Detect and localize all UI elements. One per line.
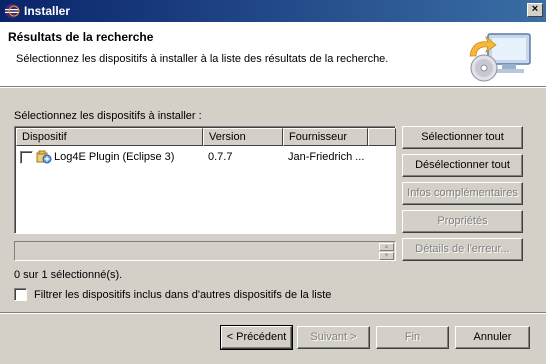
selection-count: 0 sur 1 sélectionné(s).	[14, 269, 123, 281]
features-table[interactable]: Dispositif Version Fournisseur Log4E Plu…	[14, 126, 396, 234]
eclipse-icon	[5, 4, 20, 18]
feature-name: Log4E Plugin (Eclipse 3)	[54, 151, 175, 163]
column-header-empty	[368, 128, 396, 146]
more-info-button[interactable]: Infos complémentaires	[402, 182, 523, 205]
column-header-feature[interactable]: Dispositif	[16, 128, 203, 146]
feature-checkbox[interactable]	[20, 150, 33, 164]
page-description: Sélectionnez les dispositifs à installer…	[16, 53, 389, 65]
title-bar: Installer ×	[0, 0, 546, 22]
properties-button[interactable]: Propriétés	[402, 210, 523, 233]
window-title: Installer	[24, 4, 71, 18]
cancel-button[interactable]: Annuler	[455, 326, 530, 349]
column-header-provider[interactable]: Fournisseur	[283, 128, 368, 146]
header-banner: Résultats de la recherche Sélectionnez l…	[0, 22, 546, 86]
features-label: Sélectionnez les dispositifs à installer…	[14, 110, 202, 122]
error-details-button[interactable]: Détails de l'erreur...	[402, 238, 523, 261]
install-wizard-icon	[469, 33, 531, 82]
close-icon: ×	[531, 3, 539, 15]
details-textarea[interactable]: ▲ ▼	[14, 241, 396, 261]
filter-option[interactable]: Filtrer les dispositifs inclus dans d'au…	[14, 288, 331, 301]
feature-provider: Jan-Friedrich ...	[288, 151, 365, 163]
footer-separator	[0, 312, 546, 314]
select-all-button[interactable]: Sélectionner tout	[402, 126, 523, 149]
filter-checkbox[interactable]	[14, 288, 27, 301]
filter-checkbox-label: Filtrer les dispositifs inclus dans d'au…	[34, 288, 332, 301]
column-header-version[interactable]: Version	[203, 128, 283, 146]
table-header: Dispositif Version Fournisseur	[16, 128, 396, 146]
feature-cell: Log4E Plugin (Eclipse 3)	[16, 149, 203, 165]
finish-button[interactable]: Fin	[376, 326, 449, 349]
page-title: Résultats de la recherche	[8, 30, 154, 44]
header-separator	[0, 86, 546, 88]
plugin-feature-icon	[36, 150, 52, 164]
table-row[interactable]: Log4E Plugin (Eclipse 3) 0.7.7 Jan-Fried…	[16, 147, 396, 167]
close-button[interactable]: ×	[527, 3, 543, 17]
next-button[interactable]: Suivant >	[297, 326, 370, 349]
scroll-down-arrow-icon[interactable]: ▼	[379, 252, 394, 260]
scroll-up-arrow-icon[interactable]: ▲	[379, 243, 394, 251]
deselect-all-button[interactable]: Désélectionner tout	[402, 154, 523, 177]
feature-version: 0.7.7	[208, 151, 233, 163]
back-button[interactable]: < Précédent	[220, 325, 293, 350]
